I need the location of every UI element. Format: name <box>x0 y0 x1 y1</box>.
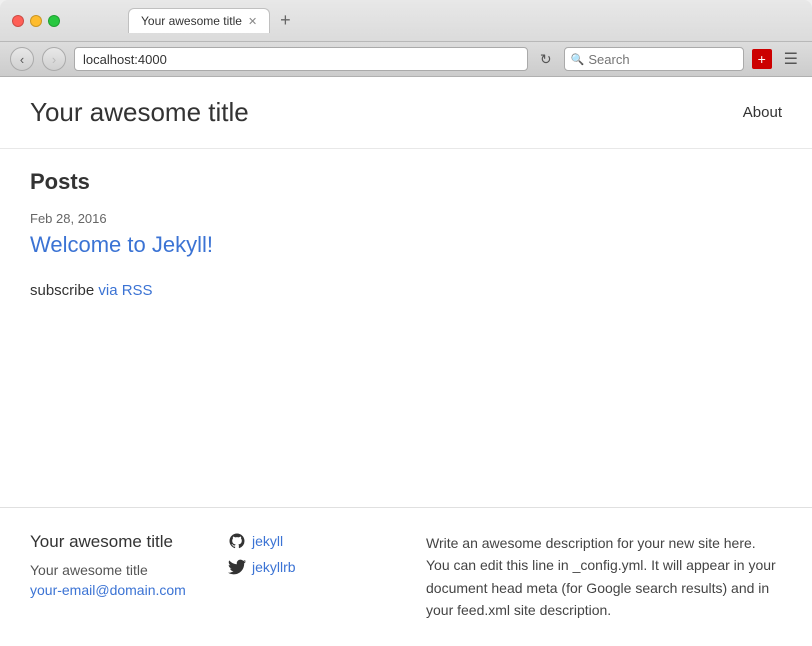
traffic-lights <box>12 15 60 27</box>
site-footer: Your awesome title Your awesome title yo… <box>0 507 812 646</box>
subscribe-text: subscribe <box>30 282 94 299</box>
forward-button[interactable]: › <box>42 47 66 71</box>
close-button[interactable] <box>12 15 24 27</box>
github-link[interactable]: jekyll <box>228 532 406 550</box>
subscribe-section: subscribe via RSS <box>30 282 782 299</box>
footer-site-title: Your awesome title <box>30 532 208 552</box>
search-icon: 🔍 <box>571 53 585 66</box>
footer-email-link[interactable]: your-email@domain.com <box>30 582 186 598</box>
address-bar: ‹ › ↻ 🔍 + ☰ <box>0 41 812 76</box>
search-input[interactable] <box>588 52 728 67</box>
footer-info-col: Your awesome title Your awesome title yo… <box>30 532 208 622</box>
twitter-link[interactable]: jekyllrb <box>228 558 406 576</box>
site-nav: About <box>743 104 782 122</box>
main-content: Posts Feb 28, 2016 Welcome to Jekyll! su… <box>0 149 812 319</box>
back-button[interactable]: ‹ <box>10 47 34 71</box>
new-tab-button[interactable]: + <box>274 8 297 33</box>
footer-description-col: Write an awesome description for your ne… <box>426 532 782 622</box>
post-date: Feb 28, 2016 <box>30 211 782 226</box>
minimize-button[interactable] <box>30 15 42 27</box>
post-item: Feb 28, 2016 Welcome to Jekyll! <box>30 211 782 258</box>
footer-subtitle: Your awesome title <box>30 562 208 578</box>
site-title: Your awesome title <box>30 97 249 128</box>
github-icon <box>228 532 246 550</box>
twitter-label: jekyllrb <box>252 559 296 575</box>
active-tab[interactable]: Your awesome title ✕ <box>128 8 270 33</box>
posts-heading: Posts <box>30 169 782 195</box>
page-content: Your awesome title About Posts Feb 28, 2… <box>0 77 812 507</box>
browser-search-bar[interactable]: 🔍 <box>564 47 744 71</box>
title-bar: Your awesome title ✕ + <box>0 0 812 41</box>
bookmark-plus-button[interactable]: + <box>752 49 772 69</box>
footer-description: Write an awesome description for your ne… <box>426 532 782 622</box>
browser-chrome: Your awesome title ✕ + ‹ › ↻ 🔍 + ☰ <box>0 0 812 77</box>
site-header: Your awesome title About <box>0 77 812 149</box>
reload-button[interactable]: ↻ <box>536 49 556 70</box>
maximize-button[interactable] <box>48 15 60 27</box>
rss-link[interactable]: via RSS <box>98 282 152 299</box>
url-input[interactable] <box>74 47 528 71</box>
footer-social-col: jekyll jekyllrb <box>228 532 406 622</box>
post-title-link[interactable]: Welcome to Jekyll! <box>30 232 213 257</box>
github-label: jekyll <box>252 533 283 549</box>
twitter-icon <box>228 558 246 576</box>
about-nav-link[interactable]: About <box>743 104 782 121</box>
tab-title: Your awesome title <box>141 14 242 28</box>
menu-button[interactable]: ☰ <box>780 47 802 71</box>
tab-close-icon[interactable]: ✕ <box>248 15 257 28</box>
tab-bar: Your awesome title ✕ + <box>128 8 297 33</box>
